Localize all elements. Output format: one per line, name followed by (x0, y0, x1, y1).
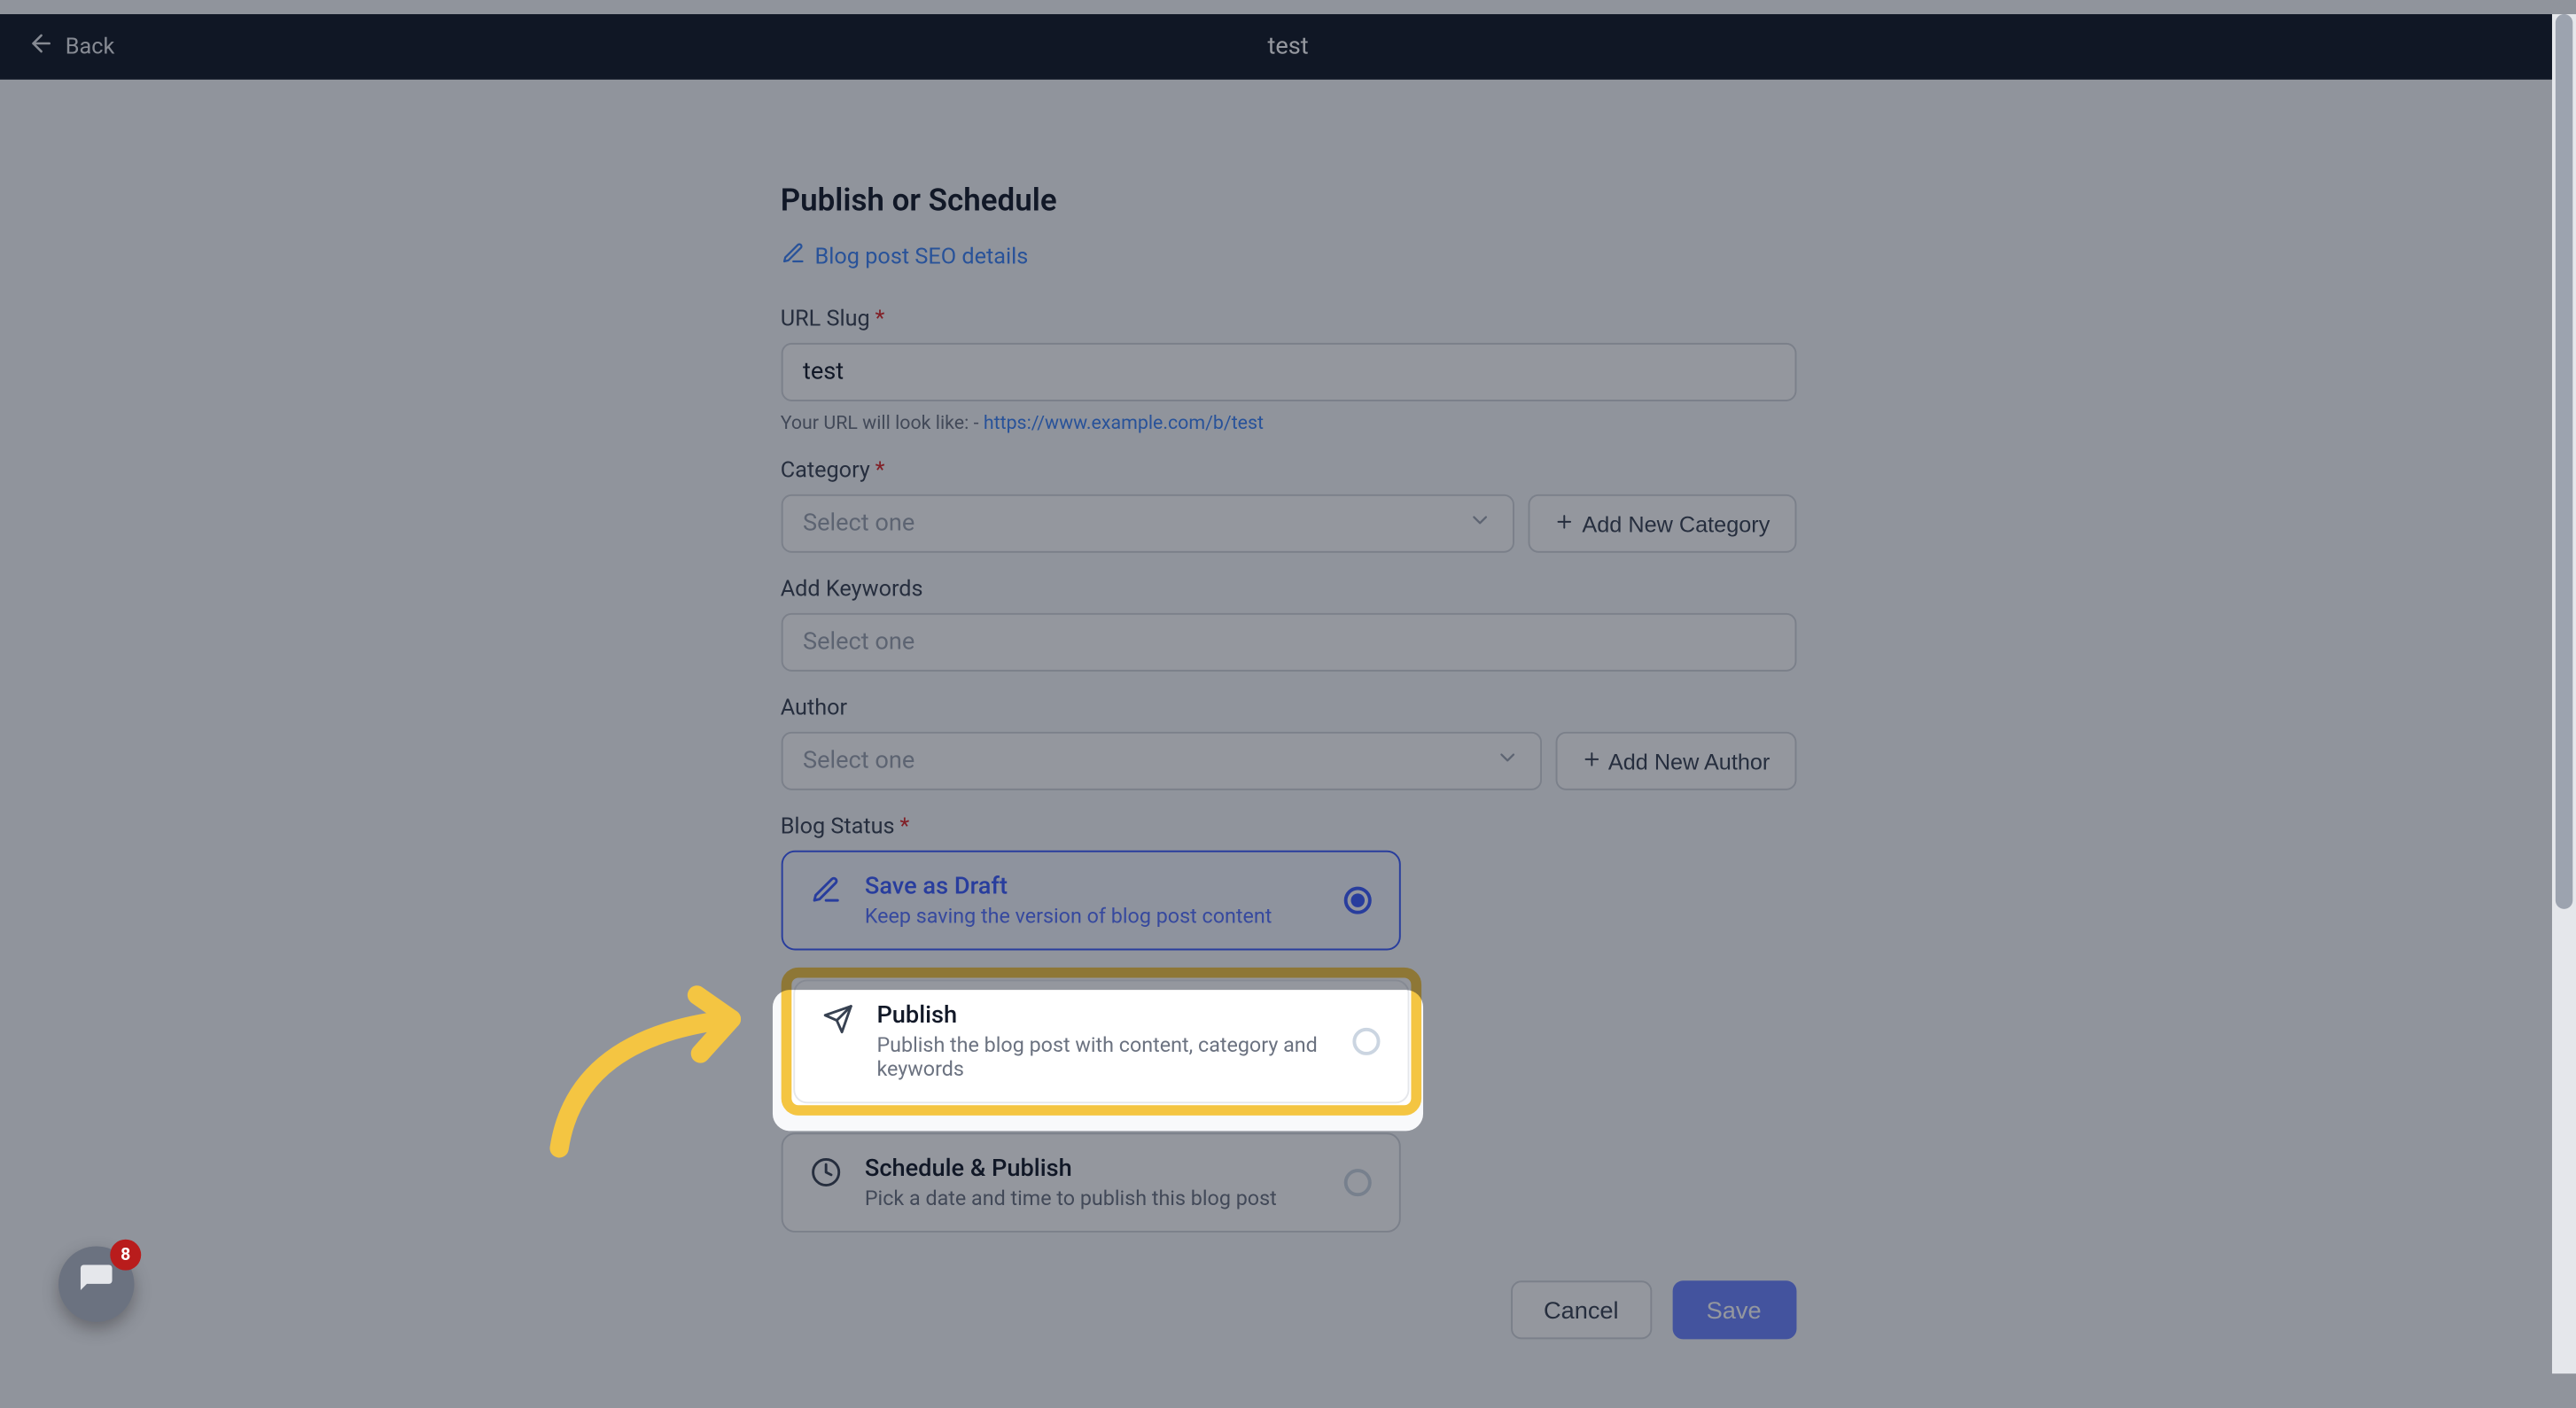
status-option-publish[interactable]: Publish Publish the blog post with conte… (792, 979, 1408, 1103)
status-schedule-title: Schedule & Publish (865, 1155, 1277, 1183)
required-asterisk: * (899, 814, 909, 840)
keywords-field: Add Keywords Select one (781, 577, 1796, 672)
form-actions: Cancel Save (781, 1280, 1796, 1339)
plus-icon (1581, 748, 1601, 774)
required-asterisk: * (876, 307, 885, 332)
seo-link-text: Blog post SEO details (815, 244, 1029, 269)
scrollbar[interactable] (2552, 14, 2576, 1373)
keywords-select[interactable]: Select one (781, 613, 1796, 672)
radio-indicator (1351, 1028, 1379, 1055)
author-label: Author (781, 696, 1796, 721)
blog-status-group: Save as Draft Keep saving the version of… (781, 851, 1796, 1233)
status-option-draft[interactable]: Save as Draft Keep saving the version of… (781, 851, 1400, 951)
author-select[interactable]: Select one (781, 732, 1541, 790)
spacer (0, 0, 2576, 14)
chevron-down-icon (1495, 745, 1519, 776)
status-option-schedule[interactable]: Schedule & Publish Pick a date and time … (781, 1132, 1400, 1233)
status-publish-desc: Publish the blog post with content, cate… (876, 1033, 1379, 1081)
pencil-icon (781, 241, 805, 272)
keywords-label: Add Keywords (781, 577, 1796, 603)
send-icon (821, 1004, 852, 1035)
category-label: Category* (781, 458, 1796, 484)
url-slug-value: test (803, 358, 844, 385)
clock-icon (810, 1156, 841, 1187)
add-category-button[interactable]: Add New Category (1529, 494, 1795, 553)
required-asterisk: * (876, 458, 885, 484)
radio-indicator (1343, 887, 1371, 914)
chat-badge: 8 (110, 1240, 141, 1271)
chat-widget-button[interactable]: 8 (58, 1246, 134, 1321)
back-button[interactable]: Back (27, 29, 114, 64)
save-button[interactable]: Save (1672, 1280, 1796, 1339)
blog-status-field: Blog Status* Save as Draft Keep saving t… (781, 814, 1796, 1233)
scrollbar-thumb[interactable] (2556, 14, 2572, 909)
arrow-left-icon (27, 29, 55, 64)
status-option-publish-highlight: Publish Publish the blog post with conte… (781, 968, 1420, 1116)
url-slug-hint: Your URL will look like: - https://www.e… (781, 412, 1796, 434)
keywords-placeholder: Select one (803, 628, 914, 656)
status-schedule-desc: Pick a date and time to publish this blo… (865, 1186, 1277, 1210)
pencil-icon (810, 875, 841, 906)
add-author-button[interactable]: Add New Author (1555, 732, 1796, 790)
chat-icon (77, 1262, 115, 1306)
url-slug-field: URL Slug* test Your URL will look like: … (781, 307, 1796, 434)
author-field: Author Select one Add New Author (781, 696, 1796, 790)
blog-status-label: Blog Status* (781, 814, 1796, 840)
status-draft-title: Save as Draft (865, 873, 1272, 900)
tutorial-arrow-icon (525, 984, 766, 1174)
radio-indicator (1343, 1169, 1371, 1196)
seo-details-link[interactable]: Blog post SEO details (781, 241, 1029, 272)
status-draft-desc: Keep saving the version of blog post con… (865, 904, 1272, 928)
page-header-title: test (1267, 33, 1308, 60)
top-bar: Back test (0, 14, 2576, 80)
cancel-button[interactable]: Cancel (1511, 1280, 1651, 1339)
url-slug-input[interactable]: test (781, 343, 1796, 401)
url-preview-link[interactable]: https://www.example.com/b/test (984, 412, 1264, 434)
author-placeholder: Select one (803, 747, 914, 774)
status-publish-title: Publish (876, 1002, 1379, 1030)
category-select[interactable]: Select one (781, 494, 1515, 553)
category-placeholder: Select one (803, 510, 914, 537)
url-slug-label: URL Slug* (781, 307, 1796, 332)
back-label: Back (66, 34, 114, 59)
page-content: Publish or Schedule Blog post SEO detail… (781, 183, 1796, 1408)
page-title: Publish or Schedule (781, 183, 1796, 219)
category-field: Category* Select one Add New Category (781, 458, 1796, 553)
plus-icon (1554, 510, 1575, 536)
chevron-down-icon (1468, 508, 1492, 539)
